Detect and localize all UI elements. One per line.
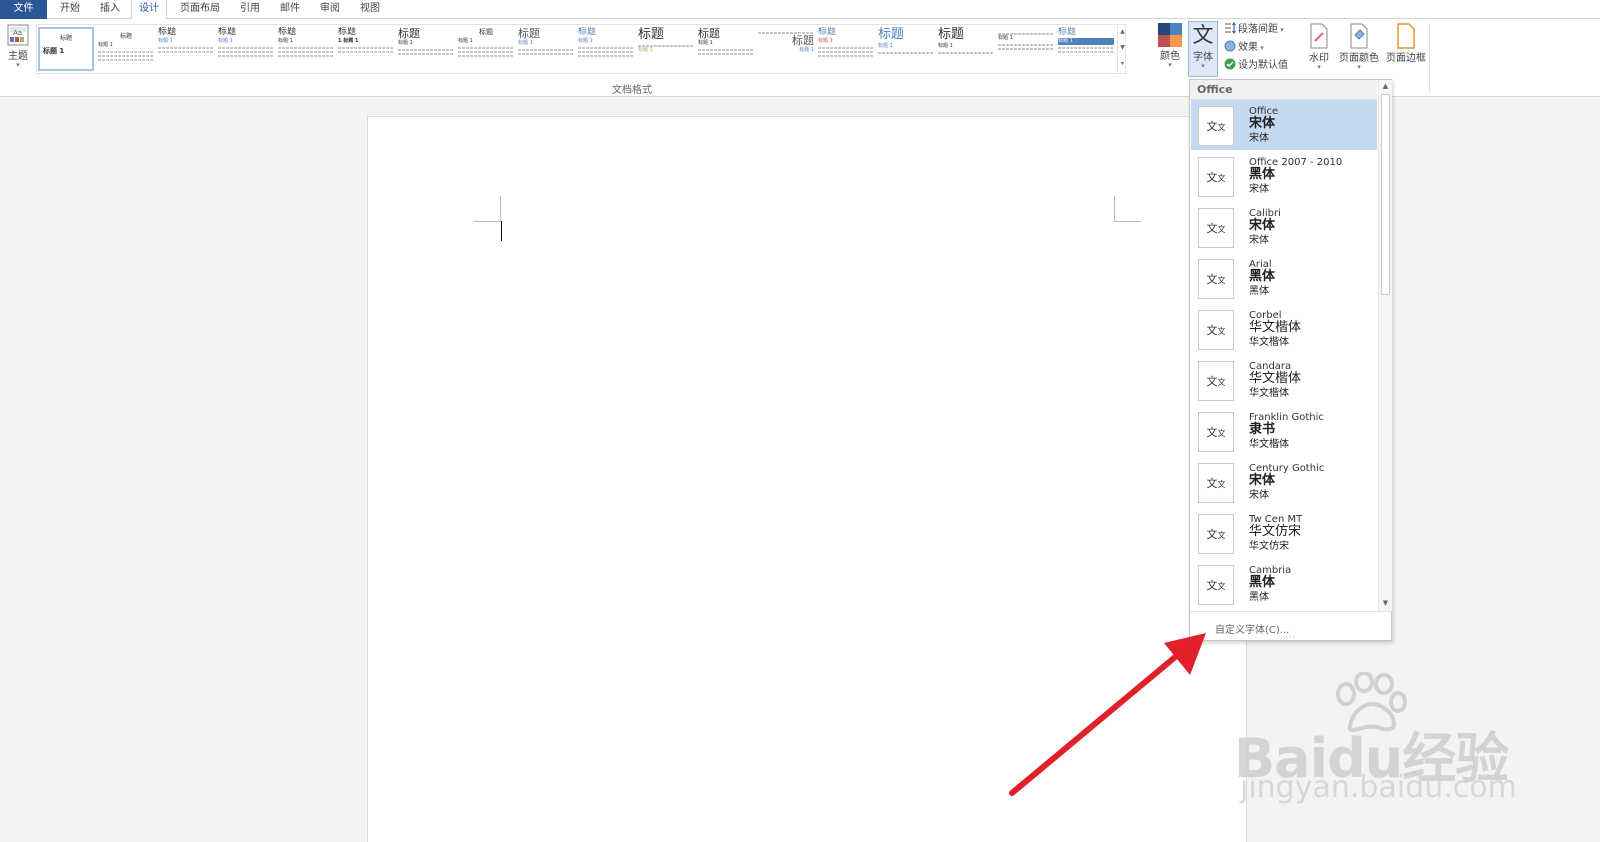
- style-set-thumb-16[interactable]: 标题 标题 1: [938, 27, 994, 71]
- gallery-scroll-down-icon[interactable]: ▼: [1118, 40, 1127, 56]
- fonts-button[interactable]: 文 字体 ▾: [1188, 21, 1218, 77]
- colors-button[interactable]: 颜色 ▾: [1156, 23, 1184, 69]
- crop-mark-top-right: [1114, 196, 1141, 222]
- chevron-down-icon: ▾: [1317, 63, 1321, 71]
- style-set-thumb-2[interactable]: 标题 标题 1: [98, 27, 154, 71]
- style-set-thumb-4[interactable]: 标题 标题 1: [218, 27, 274, 71]
- tab-view[interactable]: 视图: [352, 0, 388, 19]
- style-set-thumb-5[interactable]: 标题 标题 1: [278, 27, 334, 71]
- page-color-button[interactable]: 页面颜色 ▾: [1336, 23, 1382, 71]
- chevron-down-icon: ▾: [1357, 63, 1361, 71]
- tab-page-layout[interactable]: 页面布局: [174, 0, 226, 19]
- gallery-scroll-up-icon[interactable]: ▲: [1118, 24, 1127, 40]
- ribbon-tab-bar: 文件 开始 插入 设计 页面布局 引用 邮件 审阅 视图: [0, 0, 1600, 20]
- font-theme-item-calibri[interactable]: 文文 Calibri 宋体 宋体: [1191, 202, 1377, 252]
- colors-icon: [1158, 23, 1182, 47]
- page-borders-label: 页面边框: [1386, 53, 1426, 64]
- scrollbar-thumb[interactable]: [1381, 94, 1390, 295]
- style-set-thumb-15[interactable]: 标题 标题 1: [878, 27, 934, 71]
- fonts-icon: 文: [1192, 23, 1214, 47]
- text-cursor: [501, 221, 502, 241]
- style-set-thumb-14[interactable]: 标题 标题 1: [818, 27, 874, 71]
- font-theme-item-century-gothic[interactable]: 文文 Century Gothic 宋体 宋体: [1191, 457, 1377, 507]
- font-preview-icon: 文文: [1198, 157, 1234, 197]
- style-set-thumb-9[interactable]: 标题 标题 1: [518, 27, 574, 71]
- style-set-thumb-13[interactable]: 标题 标题 1: [758, 27, 814, 71]
- font-theme-item-candara[interactable]: 文文 Candara 华文楷体 华文楷体: [1191, 355, 1377, 405]
- baidu-jingyan-watermark: Baidu经验 jingyan.baidu.com: [1228, 670, 1518, 810]
- ribbon-divider: [1429, 23, 1430, 93]
- gallery-more-icon[interactable]: ▾: [1118, 56, 1127, 72]
- watermark-icon: [1310, 23, 1328, 49]
- themes-button[interactable]: Aa 主题 ▾: [3, 23, 33, 69]
- tab-insert[interactable]: 插入: [92, 0, 128, 19]
- font-preview-icon: 文文: [1198, 514, 1234, 554]
- style-set-thumb-11[interactable]: 标题 标题 1: [638, 27, 694, 71]
- font-theme-item-office-2007-2010[interactable]: 文文 Office 2007 - 2010 黑体 宋体: [1191, 151, 1377, 201]
- page-borders-icon: [1397, 23, 1415, 49]
- tab-file[interactable]: 文件: [0, 0, 47, 19]
- chevron-down-icon: ▾: [16, 61, 20, 69]
- font-preview-icon: 文文: [1198, 106, 1234, 146]
- watermark-button[interactable]: 水印 ▾: [1304, 23, 1334, 71]
- customize-fonts-button[interactable]: 自定义字体(C)...: [1215, 621, 1289, 636]
- font-theme-item-cambria[interactable]: 文文 Cambria 黑体 黑体: [1191, 559, 1377, 609]
- font-preview-icon: 文文: [1198, 412, 1234, 452]
- page-color-icon: [1350, 23, 1368, 49]
- style-set-thumb-8[interactable]: 标题 标题 1: [458, 27, 514, 71]
- paragraph-spacing-button[interactable]: 段落间距 ▾: [1224, 22, 1284, 38]
- scroll-down-icon[interactable]: ▼: [1379, 597, 1392, 610]
- scroll-up-icon[interactable]: ▲: [1379, 80, 1392, 93]
- paragraph-spacing-icon: [1225, 22, 1236, 34]
- crop-mark-top-left: [474, 196, 501, 222]
- theme-fonts-dropdown: Office 文文 Office 宋体 宋体 文文 Office 2007 - …: [1189, 79, 1392, 642]
- tab-home[interactable]: 开始: [52, 0, 88, 19]
- tab-review[interactable]: 审阅: [312, 0, 348, 19]
- font-theme-item-corbel[interactable]: 文文 Corbel 华文楷体 华文楷体: [1191, 304, 1377, 354]
- chevron-down-icon: ▾: [1168, 61, 1172, 69]
- document-formatting-gallery[interactable]: 标题 标题 1 标题 标题 1 标题 标题 1 标题 标题 1 标题 标题 1 …: [36, 24, 1126, 74]
- font-preview-icon: 文文: [1198, 259, 1234, 299]
- svg-text:Aa: Aa: [13, 29, 22, 37]
- checkmark-icon: [1224, 58, 1236, 70]
- gallery-scroll[interactable]: ▲ ▼ ▾: [1117, 24, 1127, 74]
- page-borders-button[interactable]: 页面边框: [1383, 23, 1429, 64]
- document-formatting-group-label: 文档格式: [612, 85, 652, 96]
- dropdown-scrollbar[interactable]: ▲ ▼: [1378, 80, 1392, 611]
- font-theme-item-franklin-gothic[interactable]: 文文 Franklin Gothic 隶书 华文楷体: [1191, 406, 1377, 456]
- red-arrow-annotation: [1009, 633, 1206, 796]
- dropdown-section-header: Office: [1190, 80, 1377, 100]
- style-set-thumb-10[interactable]: 标题 标题 1: [578, 27, 634, 71]
- tab-mailings[interactable]: 邮件: [272, 0, 308, 19]
- font-preview-icon: 文文: [1198, 208, 1234, 248]
- tab-references[interactable]: 引用: [232, 0, 268, 19]
- themes-icon: Aa: [7, 24, 29, 46]
- font-preview-icon: 文文: [1198, 310, 1234, 350]
- effects-button[interactable]: 效果 ▾: [1224, 40, 1264, 56]
- resize-grip-icon[interactable]: ····: [1282, 634, 1296, 642]
- style-set-thumb-6[interactable]: 标题 1 标题 1: [338, 27, 394, 71]
- tab-design[interactable]: 设计: [131, 0, 167, 20]
- font-theme-item-office[interactable]: 文文 Office 宋体 宋体: [1191, 100, 1377, 150]
- set-as-default-button[interactable]: 设为默认值: [1224, 58, 1288, 74]
- style-set-thumb-12[interactable]: 标题 标题 1: [698, 27, 754, 71]
- font-theme-item-arial[interactable]: 文文 Arial 黑体 黑体: [1191, 253, 1377, 303]
- style-set-thumb-7[interactable]: 标题 标题 1: [398, 27, 454, 71]
- style-set-thumb-3[interactable]: 标题 标题 1: [158, 27, 214, 71]
- dropdown-footer: 自定义字体(C)... ····: [1190, 611, 1391, 642]
- chevron-down-icon: ▾: [1201, 62, 1205, 70]
- font-preview-icon: 文文: [1198, 361, 1234, 401]
- font-preview-icon: 文文: [1198, 565, 1234, 605]
- style-set-thumb-1[interactable]: 标题 标题 1: [38, 27, 94, 71]
- font-theme-item-tw-cen-mt[interactable]: 文文 Tw Cen MT 华文仿宋 华文仿宋: [1191, 508, 1377, 558]
- effects-icon: [1224, 40, 1236, 52]
- style-set-thumb-18[interactable]: 标题 标题 1: [1058, 27, 1114, 71]
- watermark-site: jingyan.baidu.com: [1240, 770, 1517, 805]
- style-set-thumb-17[interactable]: 标题 1 标题: [998, 27, 1054, 71]
- font-preview-icon: 文文: [1198, 463, 1234, 503]
